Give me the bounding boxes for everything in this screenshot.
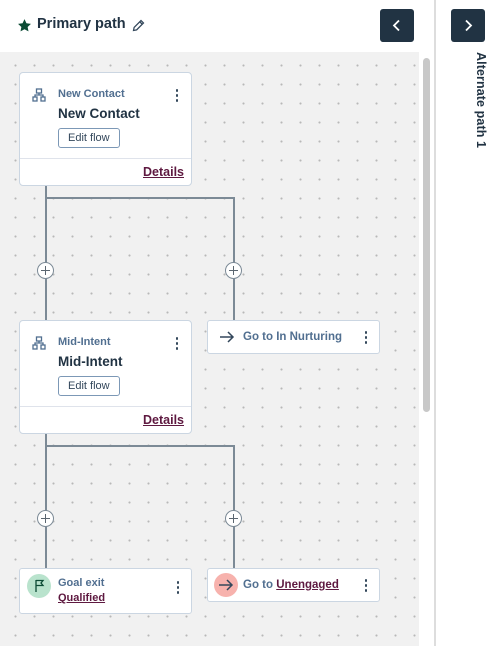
connector xyxy=(45,433,47,569)
node-label: Go to Unengaged xyxy=(243,579,339,591)
arrow-right-icon xyxy=(220,331,235,343)
connector xyxy=(45,197,235,199)
goal-badge xyxy=(27,574,51,598)
node-label: Go to In Nurturing xyxy=(243,331,343,343)
pencil-icon[interactable] xyxy=(131,18,146,33)
node-type-label: Goal exit xyxy=(58,577,105,589)
unengaged-link[interactable]: Unengaged xyxy=(276,579,339,591)
edit-flow-button[interactable]: Edit flow xyxy=(58,376,120,396)
flag-icon xyxy=(35,579,45,592)
add-action-button[interactable] xyxy=(37,262,54,279)
connector xyxy=(233,197,235,321)
connector xyxy=(45,186,47,320)
details-link[interactable]: Details xyxy=(143,165,184,179)
more-options-icon[interactable] xyxy=(362,331,370,345)
add-action-button[interactable] xyxy=(225,262,242,279)
expand-panel-button[interactable] xyxy=(451,9,485,42)
add-action-button[interactable] xyxy=(225,510,242,527)
star-icon xyxy=(18,19,31,32)
goal-link[interactable]: Qualified xyxy=(58,592,105,604)
divider xyxy=(20,158,191,159)
node-go-to-unengaged[interactable]: Go to Unengaged xyxy=(207,568,380,602)
node-goal-exit[interactable]: Goal exit Qualified xyxy=(19,568,192,614)
scrollbar-thumb[interactable] xyxy=(423,58,430,412)
divider xyxy=(20,406,191,407)
workflow-canvas[interactable]: New Contact New Contact Edit flow Detail… xyxy=(0,52,434,646)
node-type-label: Mid-Intent xyxy=(58,336,111,348)
chevron-right-icon xyxy=(465,19,473,32)
node-type-label: New Contact xyxy=(58,88,125,100)
workflow-icon xyxy=(32,336,46,350)
chevron-left-icon xyxy=(392,19,400,32)
collapse-panel-button[interactable] xyxy=(380,9,414,42)
node-prefix: Go to xyxy=(243,579,274,591)
alternate-path-label[interactable]: Alternate path 1 xyxy=(474,52,488,148)
connector xyxy=(45,445,235,447)
node-name: Mid-Intent xyxy=(58,354,123,369)
page-title: Primary path xyxy=(37,16,126,32)
workflow-icon xyxy=(32,88,46,102)
more-options-icon[interactable] xyxy=(362,579,370,593)
add-action-button[interactable] xyxy=(37,510,54,527)
node-mid-intent[interactable]: Mid-Intent Mid-Intent Edit flow Details xyxy=(19,320,192,434)
edit-flow-button[interactable]: Edit flow xyxy=(58,128,120,148)
details-link[interactable]: Details xyxy=(143,413,184,427)
connector xyxy=(233,445,235,569)
alternate-path-panel xyxy=(436,0,500,646)
path-header: Primary path xyxy=(0,0,434,52)
node-name: New Contact xyxy=(58,106,140,121)
exit-badge xyxy=(214,573,238,597)
more-options-icon[interactable] xyxy=(174,581,182,595)
arrow-right-icon xyxy=(219,579,234,591)
more-options-icon[interactable] xyxy=(173,89,181,103)
node-new-contact[interactable]: New Contact New Contact Edit flow Detail… xyxy=(19,72,192,186)
more-options-icon[interactable] xyxy=(173,337,181,351)
node-go-to-in-nurturing[interactable]: Go to In Nurturing xyxy=(207,320,380,354)
